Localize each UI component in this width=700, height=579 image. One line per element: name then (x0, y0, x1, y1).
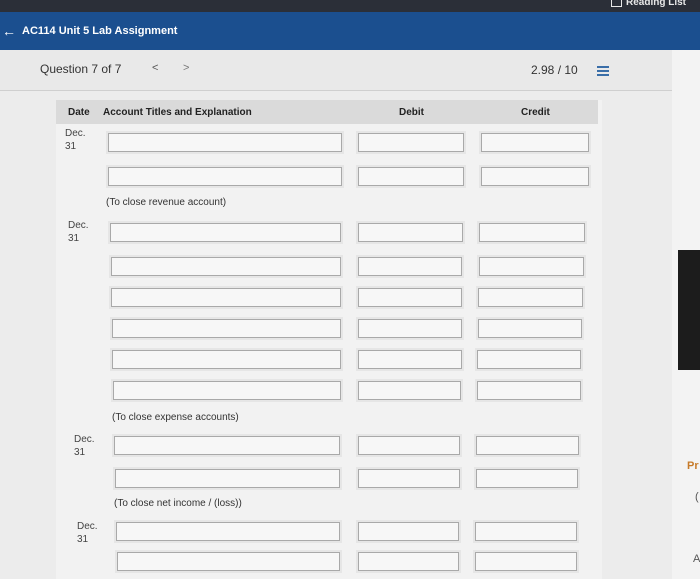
account-input[interactable] (112, 434, 342, 457)
account-input[interactable] (108, 221, 343, 244)
account-input[interactable] (113, 467, 342, 490)
debit-input[interactable] (356, 467, 462, 490)
debit-column-header: Debit (399, 107, 424, 118)
credit-input[interactable] (476, 317, 584, 340)
debit-input[interactable] (356, 131, 466, 154)
table-header: Date Account Titles and Explanation Debi… (56, 100, 598, 124)
browser-toolbar: Reading List (0, 0, 700, 12)
entry-date: Dec. 31 (74, 434, 95, 458)
account-input[interactable] (109, 255, 343, 278)
debit-input[interactable] (356, 520, 461, 543)
app-header: ← AC114 Unit 5 Lab Assignment (0, 12, 700, 50)
account-input[interactable] (115, 550, 342, 573)
entry-date: Dec. 31 (65, 128, 86, 152)
credit-input[interactable] (474, 434, 581, 457)
reading-list-button[interactable]: Reading List (610, 0, 686, 8)
entry-date: Dec. 31 (77, 521, 98, 545)
account-input[interactable] (109, 286, 343, 309)
entry-note: (To close expense accounts) (112, 412, 239, 423)
debit-input[interactable] (356, 221, 465, 244)
account-input[interactable] (111, 379, 343, 402)
debit-input[interactable] (356, 379, 463, 402)
debit-input[interactable] (356, 434, 462, 457)
reading-list-icon (610, 0, 622, 7)
side-panel: Pr ( A (672, 50, 700, 579)
credit-input[interactable] (479, 131, 591, 154)
debit-input[interactable] (356, 348, 464, 371)
entry-date: Dec. 31 (68, 220, 89, 244)
side-panel-text: A (693, 553, 700, 565)
account-column-header: Account Titles and Explanation (103, 107, 252, 118)
debit-input[interactable] (356, 286, 464, 309)
next-question-button[interactable]: > (183, 62, 189, 74)
credit-input[interactable] (477, 255, 586, 278)
debit-input[interactable] (356, 317, 464, 340)
debit-input[interactable] (356, 255, 464, 278)
side-panel-text: ( (695, 491, 699, 503)
credit-input[interactable] (474, 467, 580, 490)
credit-column-header: Credit (521, 107, 550, 118)
credit-input[interactable] (476, 286, 585, 309)
entry-note: (To close revenue account) (106, 197, 227, 208)
question-counter: Question 7 of 7 (40, 62, 122, 76)
credit-input[interactable] (475, 379, 583, 402)
question-nav-bar: Question 7 of 7 < > 2.98 / 10 (0, 50, 672, 91)
side-panel-divider (678, 250, 700, 370)
entry-note: (To close net income / (loss)) (114, 498, 242, 509)
back-arrow-icon[interactable]: ← (2, 23, 16, 39)
credit-input[interactable] (477, 221, 587, 244)
credit-input[interactable] (473, 550, 579, 573)
account-input[interactable] (106, 131, 344, 154)
account-input[interactable] (106, 165, 344, 188)
assignment-title: AC114 Unit 5 Lab Assignment (22, 25, 178, 37)
debit-input[interactable] (356, 165, 466, 188)
debit-input[interactable] (356, 550, 461, 573)
reading-list-label: Reading List (625, 0, 686, 8)
credit-input[interactable] (475, 348, 583, 371)
question-page: Question 7 of 7 < > 2.98 / 10 Date Accou… (0, 50, 672, 579)
account-input[interactable] (114, 520, 342, 543)
credit-input[interactable] (473, 520, 579, 543)
account-input[interactable] (110, 317, 343, 340)
credit-input[interactable] (479, 165, 591, 188)
side-panel-text: Pr (687, 460, 699, 472)
journal-entry-table: Date Account Titles and Explanation Debi… (56, 100, 602, 579)
prev-question-button[interactable]: < (152, 62, 158, 74)
date-column-header: Date (68, 107, 90, 118)
question-list-icon[interactable] (597, 66, 609, 76)
account-input[interactable] (110, 348, 343, 371)
score-display: 2.98 / 10 (531, 63, 578, 77)
